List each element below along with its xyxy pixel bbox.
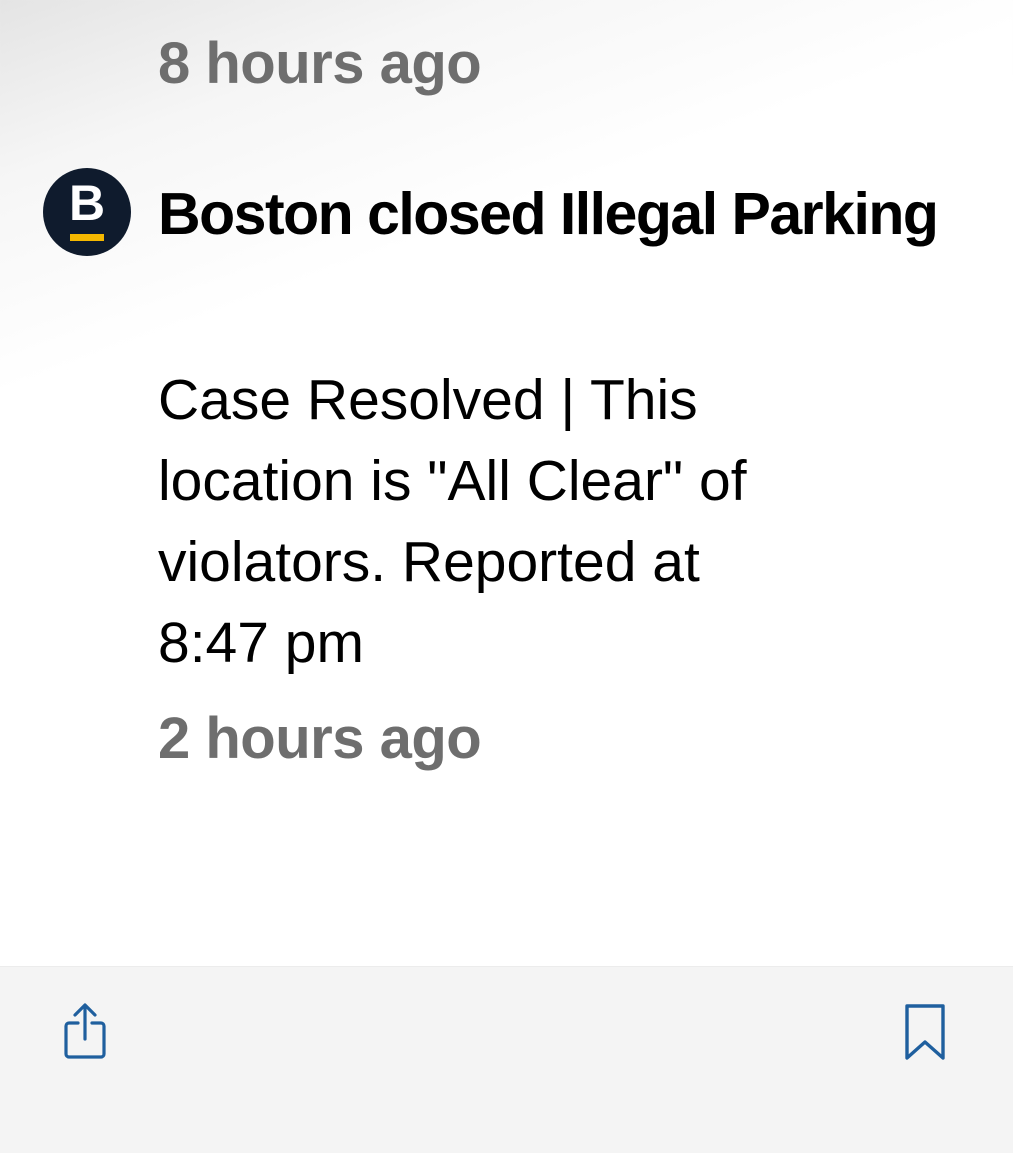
item-body: Case Resolved | This location is "All Cl…: [158, 368, 747, 675]
share-button[interactable]: [55, 997, 115, 1067]
item-title: Boston closed Illegal Parking: [158, 181, 939, 247]
item-timestamp: 2 hours ago: [158, 706, 482, 771]
bookmark-icon: [905, 1004, 945, 1060]
source-avatar: B: [43, 168, 131, 256]
bottom-toolbar: [0, 966, 1013, 1153]
share-icon: [64, 1003, 106, 1059]
bookmark-button[interactable]: [895, 997, 955, 1067]
source-avatar-underline: [70, 234, 104, 241]
previous-item-timestamp: 8 hours ago: [158, 31, 482, 96]
source-avatar-letter: B: [68, 175, 106, 231]
